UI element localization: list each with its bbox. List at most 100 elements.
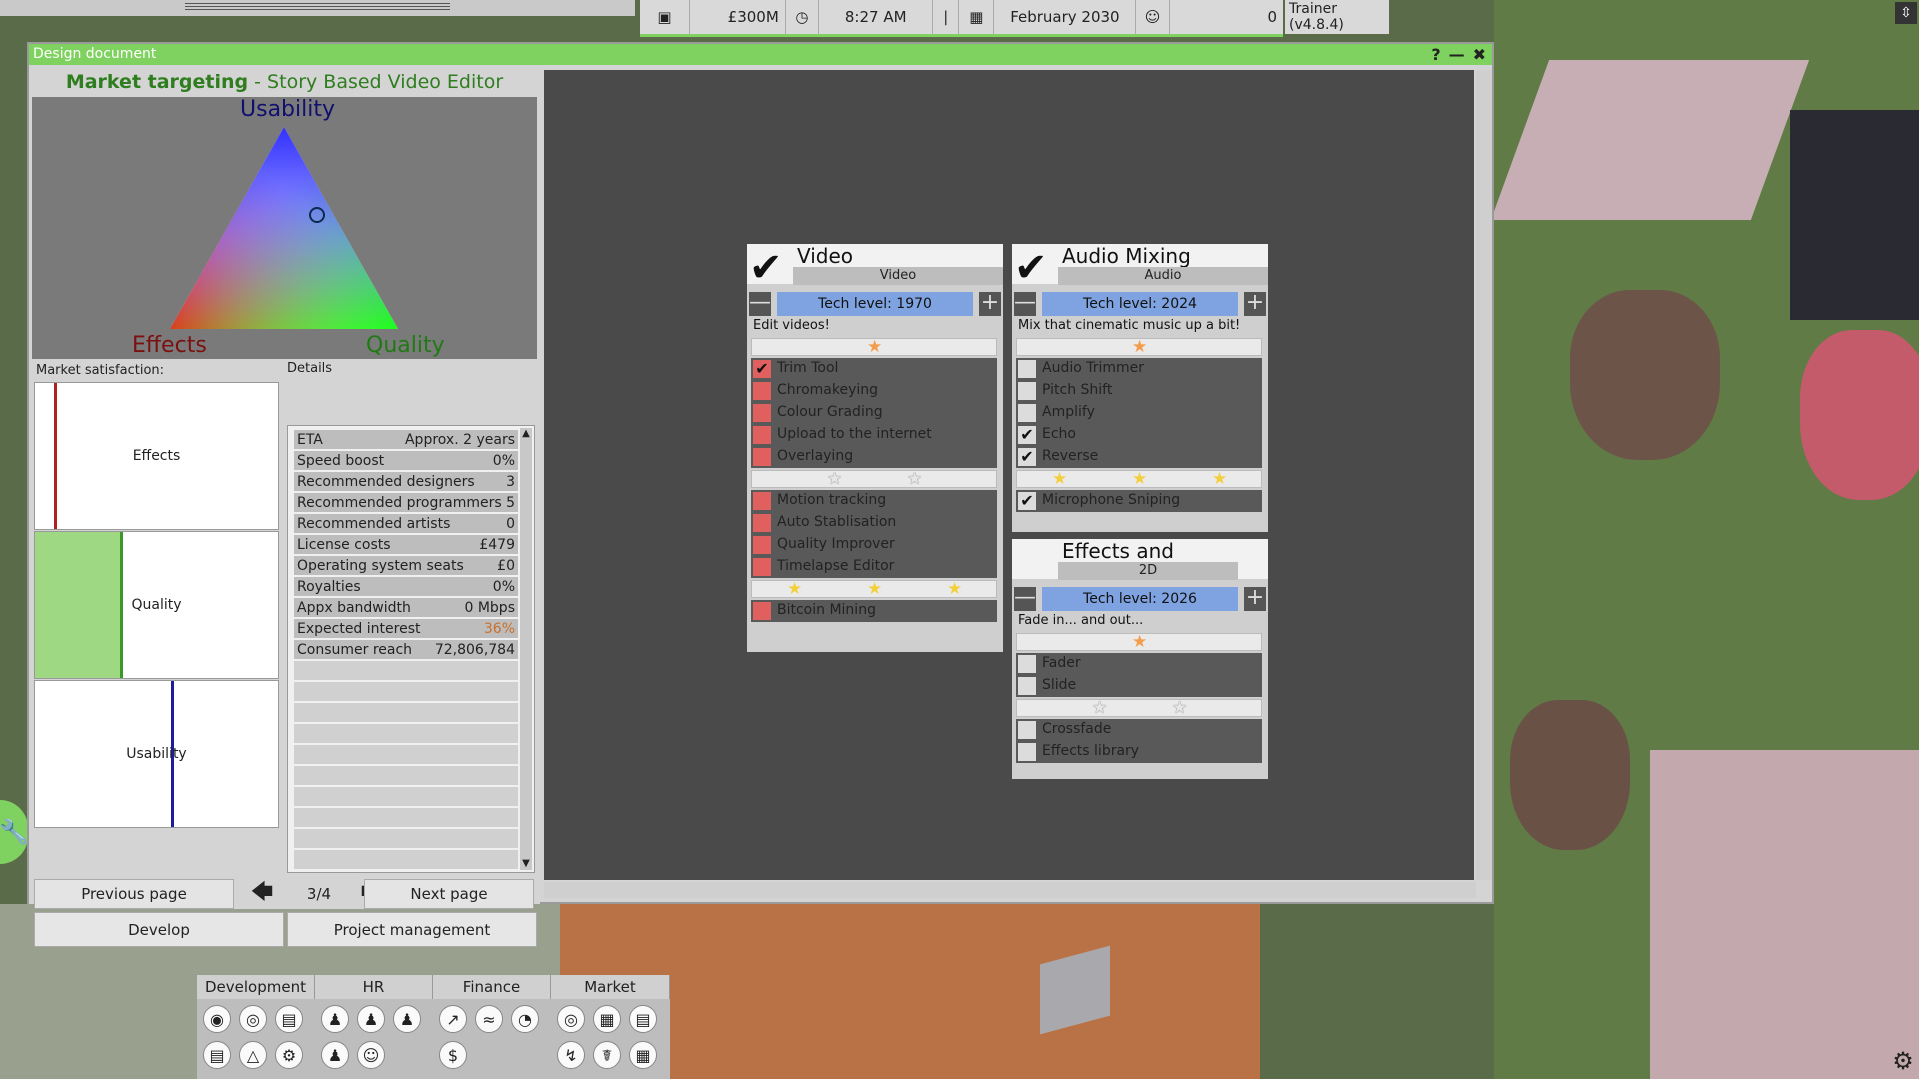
- feature-row[interactable]: Upload to the internet: [751, 424, 997, 446]
- feature-checkbox[interactable]: [753, 448, 771, 466]
- tab-development[interactable]: Development: [197, 975, 315, 999]
- help-button[interactable]: ?: [1431, 44, 1440, 65]
- feature-checkbox[interactable]: [1018, 721, 1036, 739]
- feature-row[interactable]: Timelapse Editor: [751, 556, 997, 578]
- feature-checkbox[interactable]: [1018, 677, 1036, 695]
- feature-row[interactable]: Chromakeying: [751, 380, 997, 402]
- line-chart-icon[interactable]: ≈: [475, 1005, 503, 1033]
- calendar-icon[interactable]: ▦: [959, 0, 995, 34]
- feature-checkbox[interactable]: [1018, 743, 1036, 761]
- gear-icon[interactable]: ⚙: [275, 1041, 303, 1069]
- feature-checkbox[interactable]: [753, 602, 771, 620]
- feature-row[interactable]: ✔ Trim Tool: [751, 358, 997, 380]
- feature-row[interactable]: ✔ Reverse: [1016, 446, 1262, 468]
- scroll-down-icon[interactable]: ▼: [520, 858, 532, 870]
- window-titlebar[interactable]: Design document ? — ✖: [29, 44, 1492, 65]
- feature-checkbox[interactable]: [753, 426, 771, 444]
- canvas-horizontal-scrollbar[interactable]: [544, 882, 1476, 898]
- trend-arrow-icon[interactable]: ↗: [439, 1005, 467, 1033]
- minus-icon[interactable]: —: [1014, 587, 1036, 611]
- feature-row[interactable]: Slide: [1016, 675, 1262, 697]
- feature-row[interactable]: Effects library: [1016, 741, 1262, 763]
- tech-level-control: — Tech level: 2026 +: [1012, 587, 1268, 611]
- feature-checkbox[interactable]: [1018, 382, 1036, 400]
- previous-page-button[interactable]: Previous page: [34, 879, 234, 909]
- computer-icon[interactable]: ▤: [275, 1005, 303, 1033]
- feature-checkbox[interactable]: [1018, 655, 1036, 673]
- flask-icon[interactable]: △: [239, 1041, 267, 1069]
- canvas-vertical-scrollbar[interactable]: [1476, 70, 1492, 880]
- feature-checkbox[interactable]: [753, 536, 771, 554]
- feature-checkbox[interactable]: ✔: [1018, 492, 1036, 510]
- feature-row[interactable]: Quality Improver: [751, 534, 997, 556]
- feature-checkbox[interactable]: [1018, 360, 1036, 378]
- plus-icon[interactable]: +: [1244, 292, 1266, 316]
- feature-row[interactable]: Bitcoin Mining: [751, 600, 997, 622]
- dollar-icon[interactable]: $: [439, 1041, 467, 1069]
- pie-chart-icon[interactable]: ◔: [511, 1005, 539, 1033]
- plus-icon[interactable]: +: [979, 292, 1001, 316]
- building-icon[interactable]: ▦: [593, 1005, 621, 1033]
- details-scrollbar[interactable]: ▲ ▼: [520, 428, 532, 870]
- tab-finance[interactable]: Finance: [433, 975, 551, 999]
- newspaper-icon[interactable]: ▤: [629, 1005, 657, 1033]
- targeting-triangle-area[interactable]: Usability Effects Quality: [32, 97, 537, 359]
- feature-row[interactable]: Fader: [1016, 653, 1262, 675]
- plus-icon[interactable]: +: [1244, 587, 1266, 611]
- feature-row[interactable]: ✔ Echo: [1016, 424, 1262, 446]
- handshake-icon[interactable]: ☤: [593, 1041, 621, 1069]
- globe-icon[interactable]: ◎: [557, 1005, 585, 1033]
- card-effects: Effects and 2D — Tech level: 2026 + Fade…: [1012, 539, 1268, 779]
- person-icon[interactable]: ♟: [321, 1005, 349, 1033]
- arrow-left-icon[interactable]: 🡄: [244, 880, 280, 906]
- feature-checkbox[interactable]: ✔: [753, 360, 771, 378]
- feature-row[interactable]: Colour Grading: [751, 402, 997, 424]
- team-icon[interactable]: ♟: [393, 1005, 421, 1033]
- project-management-button[interactable]: Project management: [287, 912, 537, 947]
- feature-row[interactable]: Motion tracking: [751, 490, 997, 512]
- feature-checkbox[interactable]: [753, 514, 771, 532]
- feature-row[interactable]: ✔ Microphone Sniping: [1016, 490, 1262, 512]
- tab-market[interactable]: Market: [551, 975, 670, 999]
- feature-canvas[interactable]: ✔ Video Video — Tech level: 1970 + Edit …: [544, 70, 1474, 880]
- feature-checkbox[interactable]: ✔: [1018, 448, 1036, 466]
- feature-checkbox[interactable]: [753, 558, 771, 576]
- tab-hr[interactable]: HR: [315, 975, 433, 999]
- minus-icon[interactable]: —: [1014, 292, 1036, 316]
- feature-row[interactable]: Crossfade: [1016, 719, 1262, 741]
- collapse-icon[interactable]: ⇳: [1895, 2, 1917, 24]
- feature-row[interactable]: Audio Trimmer: [1016, 358, 1262, 380]
- feature-checkbox[interactable]: [1018, 404, 1036, 422]
- feature-checkbox[interactable]: [753, 382, 771, 400]
- settings-gear-icon[interactable]: ⚙: [1890, 1048, 1916, 1074]
- feature-row[interactable]: Auto Stablisation: [751, 512, 997, 534]
- minus-icon[interactable]: —: [749, 292, 771, 316]
- feature-row[interactable]: Overlaying: [751, 446, 997, 468]
- scroll-up-icon[interactable]: ▲: [520, 428, 532, 440]
- design-icon[interactable]: ◉: [203, 1005, 231, 1033]
- briefcase-icon[interactable]: ▣: [640, 0, 690, 34]
- smiley-icon[interactable]: ☺: [1136, 0, 1170, 34]
- calendar-icon[interactable]: ▦: [629, 1041, 657, 1069]
- disc-icon[interactable]: ◎: [239, 1005, 267, 1033]
- checkmark-icon[interactable]: ✔: [1014, 248, 1056, 288]
- wrench-icon[interactable]: 🔧: [0, 800, 29, 864]
- restroom-icon[interactable]: ♟: [321, 1041, 349, 1069]
- checkmark-icon[interactable]: ✔: [749, 248, 791, 288]
- feature-checkbox[interactable]: ✔: [1018, 426, 1036, 444]
- trainer-label[interactable]: Trainer (v4.8.4): [1285, 0, 1389, 34]
- smiley-icon[interactable]: ☺: [357, 1041, 385, 1069]
- document-icon[interactable]: ▤: [203, 1041, 231, 1069]
- feature-checkbox[interactable]: [753, 404, 771, 422]
- hire-icon[interactable]: ♟: [357, 1005, 385, 1033]
- minimize-button[interactable]: —: [1449, 44, 1465, 65]
- card-audio-mixing: ✔ Audio Mixing Audio — Tech level: 2024 …: [1012, 244, 1268, 532]
- distribution-icon[interactable]: ↯: [557, 1041, 585, 1069]
- feature-checkbox[interactable]: [753, 492, 771, 510]
- feature-row[interactable]: Amplify: [1016, 402, 1262, 424]
- next-page-button[interactable]: Next page: [364, 879, 534, 909]
- close-button[interactable]: ✖: [1473, 44, 1486, 65]
- feature-row[interactable]: Pitch Shift: [1016, 380, 1262, 402]
- develop-button[interactable]: Develop: [34, 912, 284, 947]
- feature-label: Reverse: [1042, 448, 1099, 464]
